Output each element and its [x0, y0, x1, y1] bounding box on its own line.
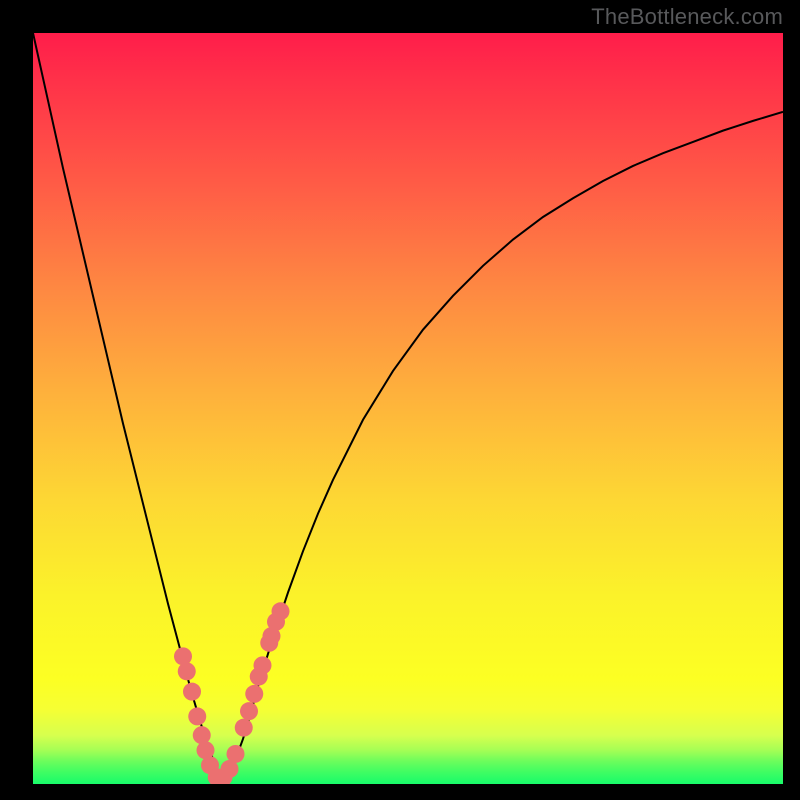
figure-frame: TheBottleneck.com — [0, 0, 800, 800]
chart-svg — [33, 33, 783, 784]
data-point — [245, 685, 263, 703]
bottleneck-curve — [33, 33, 783, 777]
data-point — [188, 707, 206, 725]
plot-area — [33, 33, 783, 784]
watermark-text: TheBottleneck.com — [591, 4, 783, 30]
data-point — [240, 702, 258, 720]
data-point — [254, 656, 272, 674]
data-point — [183, 683, 201, 701]
data-point — [272, 602, 290, 620]
data-point — [174, 647, 192, 665]
data-point — [193, 726, 211, 744]
data-point — [178, 662, 196, 680]
data-point — [227, 745, 245, 763]
data-point — [235, 719, 253, 737]
